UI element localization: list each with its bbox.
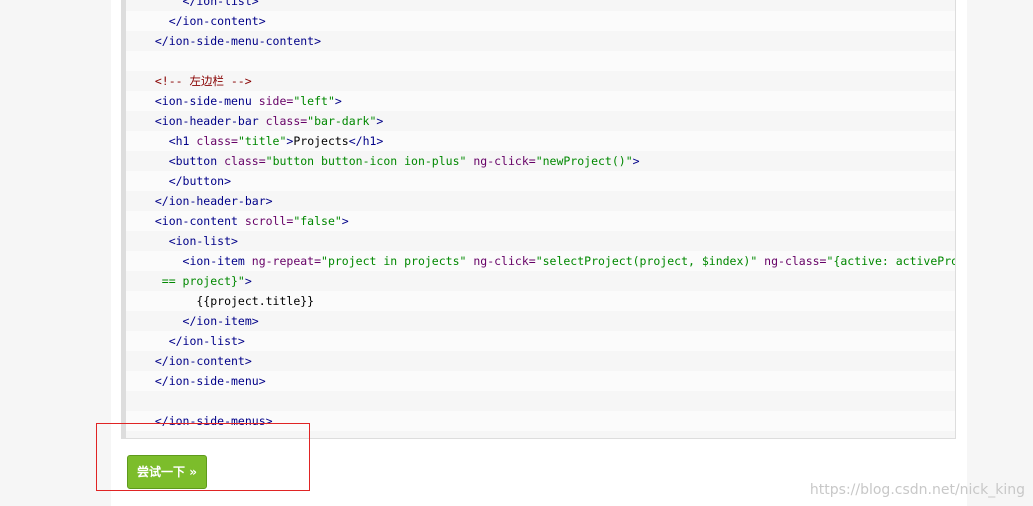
code-token: > — [632, 154, 640, 168]
code-token: class= — [265, 114, 308, 128]
code-line: </ion-list> — [126, 0, 955, 11]
code-token: <ion-header-bar — [141, 114, 266, 128]
code-token: "button button-icon ion-plus" — [265, 154, 467, 168]
code-line: <h1 class="title">Projects</h1> — [126, 131, 955, 151]
code-line: </ion-item> — [126, 311, 955, 331]
code-token: </ion-side-menu-content> — [141, 34, 322, 48]
code-token: == project}" — [141, 274, 245, 288]
code-line: <button class="button button-icon ion-pl… — [126, 151, 955, 171]
code-line: </ion-content> — [126, 351, 955, 371]
code-token: </ion-header-bar> — [141, 194, 273, 208]
code-token: ng-click= — [466, 154, 536, 168]
code-token: > — [341, 214, 349, 228]
code-token: "false" — [293, 214, 342, 228]
code-line: <ion-content scroll="false"> — [126, 211, 955, 231]
code-token: <ion-item — [141, 254, 252, 268]
code-token: </ion-content> — [141, 354, 252, 368]
code-token: </button> — [141, 174, 232, 188]
code-line: </ion-content> — [126, 11, 955, 31]
code-line: <ion-list> — [126, 231, 955, 251]
code-line: == project}"> — [126, 271, 955, 291]
code-token: Projects — [293, 134, 349, 148]
code-token: "{active: activeProject — [826, 254, 956, 268]
code-token: ng-repeat= — [251, 254, 322, 268]
code-token: "selectProject(project, $index)" — [535, 254, 758, 268]
code-token: </ion-side-menus> — [141, 414, 273, 428]
code-line: <ion-header-bar class="bar-dark"> — [126, 111, 955, 131]
watermark: https://blog.csdn.net/nick_king — [809, 482, 1025, 498]
code-token: "bar-dark" — [307, 114, 377, 128]
code-token: </ion-list> — [141, 0, 259, 8]
code-token: > — [244, 274, 252, 288]
code-token: side= — [258, 94, 294, 108]
code-line — [126, 51, 955, 71]
code-lines: </ion-list> </ion-content> </ion-side-me… — [126, 0, 955, 438]
code-token: </ion-item> — [141, 314, 259, 328]
code-line: </ion-header-bar> — [126, 191, 955, 211]
try-it-button[interactable]: 尝试一下 » — [127, 455, 207, 489]
code-token: </ion-side-menu> — [141, 374, 266, 388]
code-token: class= — [224, 154, 266, 168]
code-line: </ion-list> — [126, 331, 955, 351]
code-token: </h1> — [348, 134, 384, 148]
code-block: </ion-list> </ion-content> </ion-side-me… — [121, 0, 956, 439]
code-token: <button — [141, 154, 225, 168]
code-token: </ion-list> — [141, 334, 245, 348]
code-line: <!-- 左边栏 --> — [126, 71, 955, 91]
code-token: > — [376, 114, 384, 128]
code-token: <ion-content — [141, 214, 245, 228]
code-token: "newProject()" — [535, 154, 633, 168]
code-line: </ion-side-menu-content> — [126, 31, 955, 51]
code-token: "title" — [237, 134, 287, 148]
code-token: class= — [196, 134, 238, 148]
code-line — [126, 431, 955, 438]
code-token: <ion-side-menu — [141, 94, 259, 108]
code-token: "left" — [293, 94, 335, 108]
code-token: <h1 — [141, 134, 197, 148]
code-line: </ion-side-menu> — [126, 371, 955, 391]
code-token: ng-class= — [757, 254, 827, 268]
code-token: "project in projects" — [321, 254, 467, 268]
code-line: {{project.title}} — [126, 291, 955, 311]
code-line — [126, 391, 955, 411]
code-line: </button> — [126, 171, 955, 191]
code-token: <ion-list> — [141, 234, 238, 248]
code-token: scroll= — [244, 214, 294, 228]
code-token: > — [334, 94, 342, 108]
code-token: </ion-content> — [141, 14, 266, 28]
code-line: </ion-side-menus> — [126, 411, 955, 431]
code-token: {{project.title}} — [141, 294, 315, 308]
code-line: <ion-item ng-repeat="project in projects… — [126, 251, 955, 271]
code-token: ng-click= — [466, 254, 536, 268]
code-line: <ion-side-menu side="left"> — [126, 91, 955, 111]
code-token: <!-- 左边栏 --> — [141, 74, 252, 88]
